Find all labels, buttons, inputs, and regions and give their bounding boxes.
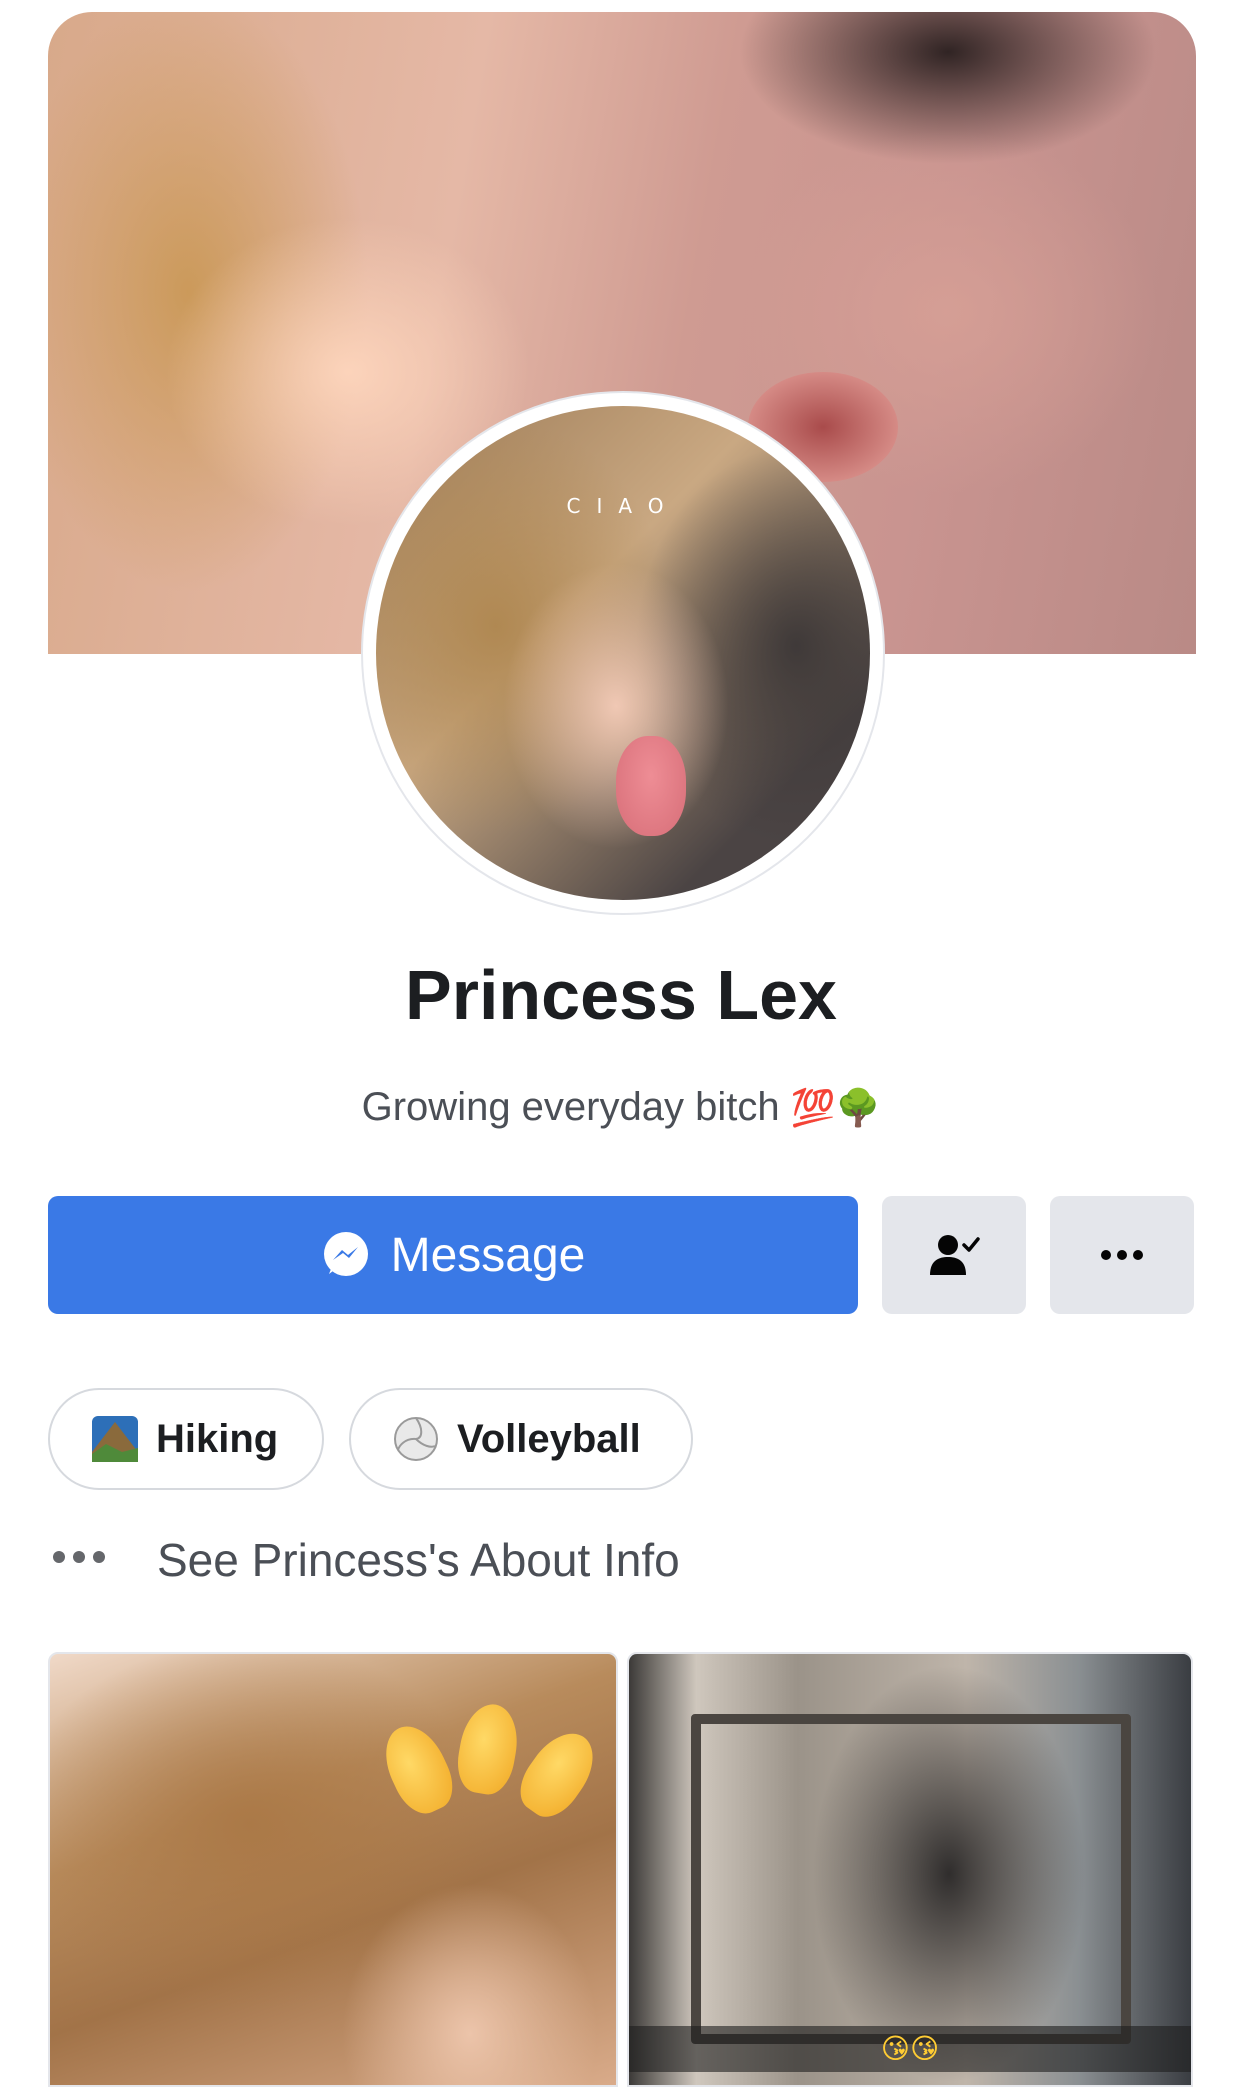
message-button[interactable]: Message (48, 1196, 858, 1314)
more-dots-icon (53, 1551, 105, 1563)
tree-icon: 🌳 (835, 1088, 881, 1129)
hobby-label: Hiking (156, 1416, 279, 1461)
flower-decoration (373, 1716, 463, 1822)
volleyball-icon (394, 1417, 438, 1461)
photo-caption: 😘😘 (629, 2026, 1191, 2072)
flower-decoration (452, 1699, 524, 1799)
featured-photo[interactable]: 😘😘 (627, 1652, 1193, 2087)
hobby-label: Volleyball (457, 1416, 641, 1461)
profile-bio: Growing everyday bitch 💯🌳 (0, 1085, 1242, 1130)
bio-text: Growing everyday bitch (361, 1085, 780, 1129)
avatar-detail (616, 736, 686, 836)
see-about-info-link[interactable]: See Princess's About Info (157, 1533, 680, 1587)
friends-button[interactable] (882, 1196, 1026, 1314)
flower-decoration (509, 1721, 607, 1827)
hobby-chip-hiking[interactable]: Hiking (48, 1388, 324, 1490)
more-dots-icon (1101, 1250, 1143, 1260)
featured-photo[interactable] (48, 1652, 618, 2087)
message-button-label: Message (390, 1228, 586, 1282)
more-options-button[interactable] (1050, 1196, 1194, 1314)
avatar-caption: CIAO (566, 494, 680, 518)
mountain-icon (92, 1416, 138, 1462)
hundred-points-icon: 💯 (790, 1088, 836, 1129)
profile-name: Princess Lex (405, 956, 837, 1034)
messenger-icon (323, 1232, 368, 1276)
avatar[interactable]: CIAO (376, 406, 870, 900)
friend-check-icon (930, 1235, 980, 1275)
hobby-chip-volleyball[interactable]: Volleyball (349, 1388, 693, 1490)
photo-detail (691, 1714, 1131, 2044)
